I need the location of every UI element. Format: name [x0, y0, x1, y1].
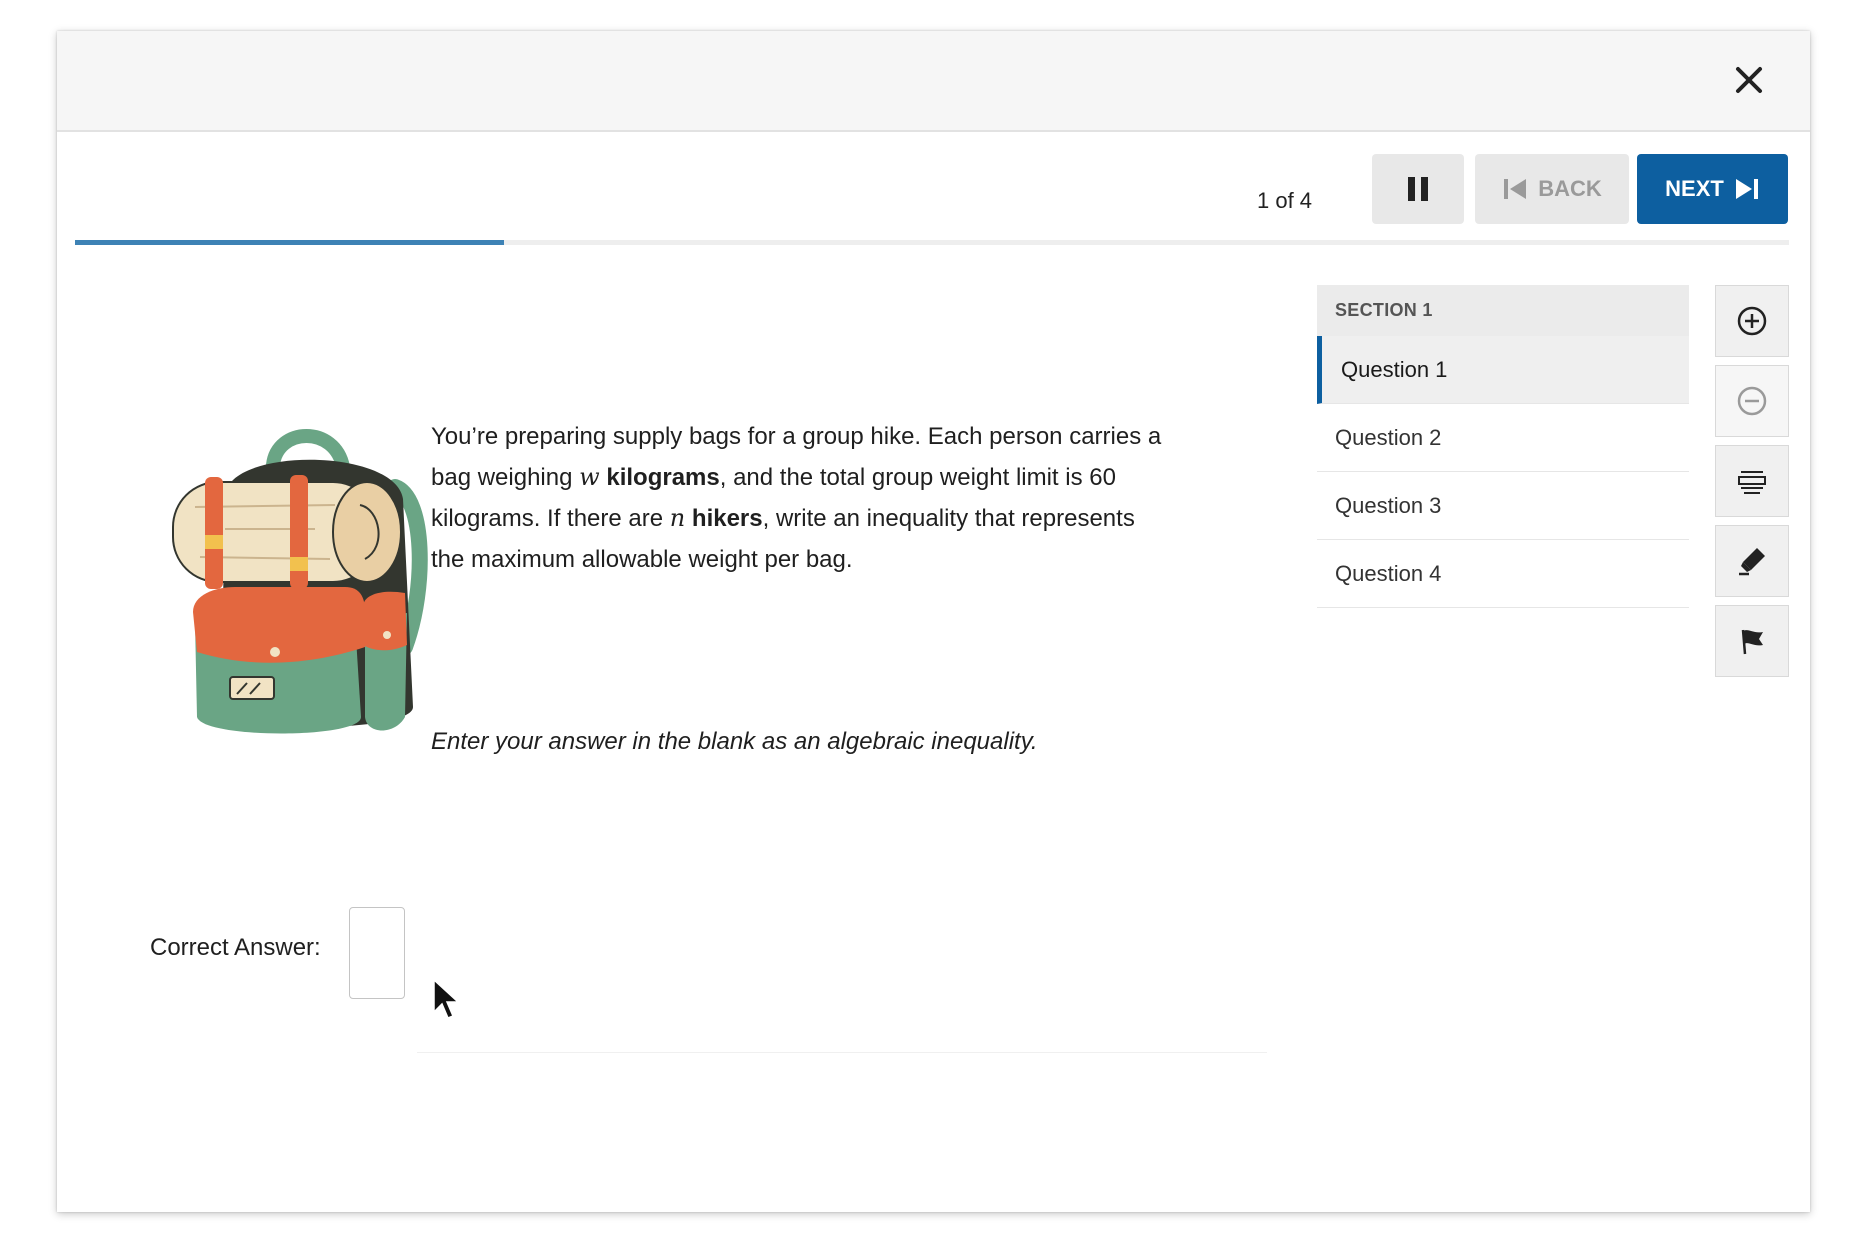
line-reader-icon — [1738, 471, 1766, 494]
nav-item-label: Question 2 — [1335, 425, 1442, 450]
nav-item-label: Question 4 — [1335, 561, 1442, 586]
progress-bar — [75, 240, 1789, 245]
flag-icon — [1741, 629, 1763, 655]
nav-item-label: Question 1 — [1341, 357, 1448, 382]
nav-item-question-1[interactable]: Question 1 — [1317, 336, 1689, 404]
next-button[interactable]: NEXT — [1637, 154, 1788, 224]
highlighter-icon — [1739, 548, 1765, 576]
close-button[interactable] — [1728, 59, 1770, 101]
flag-button[interactable] — [1715, 605, 1789, 677]
answer-input[interactable] — [349, 907, 405, 999]
content-divider — [417, 1052, 1267, 1053]
bold-kilograms: kilograms — [606, 464, 720, 491]
zoom-out-button[interactable] — [1715, 365, 1789, 437]
nav-item-question-3[interactable]: Question 3 — [1317, 472, 1689, 540]
backpack-illustration — [172, 429, 428, 734]
mouse-cursor-icon — [433, 978, 460, 1019]
close-icon — [1736, 67, 1762, 93]
variable-n: n — [669, 504, 686, 532]
pause-icon — [1408, 177, 1428, 201]
tool-palette — [1715, 285, 1789, 685]
next-button-label: NEXT — [1665, 176, 1724, 201]
back-button-label: BACK — [1538, 176, 1602, 201]
title-bar — [57, 31, 1810, 132]
bold-hikers: hikers — [691, 505, 763, 532]
highlighter-button[interactable] — [1715, 525, 1789, 597]
line-reader-button[interactable] — [1715, 445, 1789, 517]
answer-label: Correct Answer: — [150, 934, 321, 961]
nav-item-question-4[interactable]: Question 4 — [1317, 540, 1689, 608]
zoom-in-button[interactable] — [1715, 285, 1789, 357]
zoom-out-icon — [1737, 386, 1767, 416]
question-navigator: SECTION 1 Question 1 Question 2 Question… — [1317, 285, 1689, 608]
nav-item-question-2[interactable]: Question 2 — [1317, 404, 1689, 472]
question-counter: 1 of 4 — [1257, 188, 1313, 213]
skip-back-icon — [1504, 179, 1527, 199]
variable-w: w — [579, 463, 600, 491]
question-text: You’re preparing supply bags for a group… — [431, 416, 1171, 580]
back-button[interactable]: BACK — [1475, 154, 1629, 224]
navigation-toolbar: 1 of 4 BACK NEXT — [57, 132, 1810, 252]
progress-bar-fill — [75, 240, 504, 245]
nav-item-label: Question 3 — [1335, 493, 1442, 518]
test-window: 1 of 4 BACK NEXT You’re preparing supply… — [57, 31, 1810, 1212]
section-header: SECTION 1 — [1317, 285, 1689, 336]
skip-forward-icon — [1735, 179, 1758, 199]
pause-button[interactable] — [1372, 154, 1464, 224]
answer-instructions: Enter your answer in the blank as an alg… — [431, 728, 1038, 755]
zoom-in-icon — [1737, 306, 1767, 336]
